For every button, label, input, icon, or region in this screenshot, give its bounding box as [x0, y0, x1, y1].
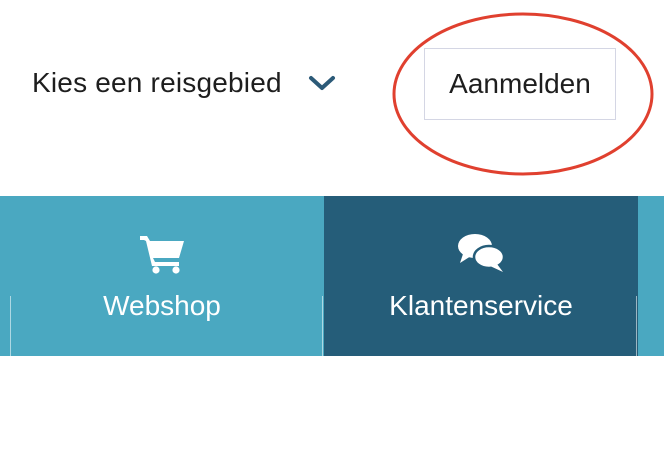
top-bar: Kies een reisgebied Aanmelden — [0, 0, 664, 196]
chat-bubbles-icon — [458, 234, 505, 272]
nav-item-klantenservice-label: Klantenservice — [389, 290, 573, 321]
nav-item-klantenservice[interactable]: Klantenservice — [324, 196, 638, 356]
nav-item-webshop-label: Webshop — [103, 290, 221, 321]
nav-item-webshop[interactable]: Webshop — [0, 196, 324, 356]
main-nav: Webshop Klantenservice — [0, 196, 664, 356]
chevron-down-icon — [308, 76, 335, 90]
login-button-label: Aanmelden — [449, 68, 591, 99]
region-select-label: Kies een reisgebied — [32, 67, 282, 98]
region-select[interactable]: Kies een reisgebied — [32, 60, 336, 106]
nav-divider — [322, 296, 323, 356]
shopping-cart-icon — [140, 236, 184, 274]
nav-item-next[interactable] — [638, 196, 664, 356]
nav-divider — [10, 296, 11, 356]
nav-divider — [636, 296, 637, 356]
login-button[interactable]: Aanmelden — [424, 48, 616, 120]
